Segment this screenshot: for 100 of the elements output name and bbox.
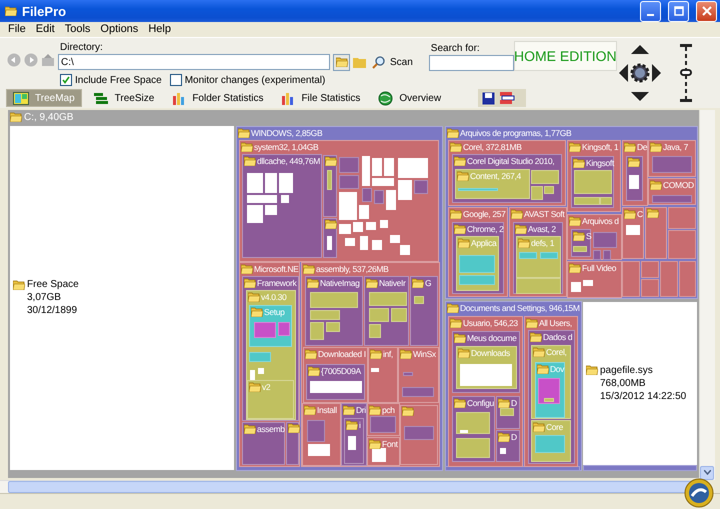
treemap-block[interactable] [359,204,369,219]
minimize-button[interactable] [640,0,661,22]
treemap-block[interactable] [391,308,407,322]
treemap-block[interactable] [538,378,560,404]
treemap-block[interactable] [247,172,263,193]
folder-tile[interactable]: Configu [452,396,495,462]
menu-item[interactable]: Tools [60,23,96,36]
file-tile[interactable]: pagefile.sys 768,00MB 15/3/2012 14:22:50 [583,302,697,465]
treemap-block[interactable] [279,172,293,193]
zoom-slider[interactable] [680,44,692,102]
folder-tile[interactable]: D [496,396,520,429]
folder-tile[interactable]: C [622,206,644,259]
folder-tile[interactable] [286,422,299,465]
treemap-block[interactable] [626,224,640,235]
close-button[interactable] [696,0,717,22]
directory-field[interactable]: C:\ [58,54,330,70]
treemap-block[interactable] [327,170,332,190]
treemap-block[interactable] [372,178,394,186]
treemap-block[interactable] [353,222,363,232]
folder-tile[interactable]: Kingsoft [571,156,614,208]
treemap-block[interactable] [348,436,356,450]
folder-tile[interactable]: Font [367,436,400,466]
folder-tile[interactable]: assembly, 537,26MB NativeImag NativeIr G Downloaded I {7005D09A inf, WinSx Install Dri i pch Font [301,262,440,467]
treemap-block[interactable] [629,174,639,189]
maximize-button[interactable] [668,0,689,22]
folder-tile[interactable] [445,126,698,299]
folder-tile[interactable]: Dados d Corel, Dov Core [528,330,575,464]
folder-tile[interactable]: Arquivos d S [567,214,622,260]
folder-tile[interactable]: assemb [242,422,285,465]
folder-tile[interactable] [626,156,643,201]
vertical-scrollbar[interactable] [699,110,715,480]
folder-tile[interactable]: Usuario, 546,23 Meus docume Downloads Configu D D [448,316,523,467]
up-folder-icon[interactable] [41,52,55,67]
folder-tile[interactable]: pch [367,402,400,436]
folder-tile[interactable] [400,404,438,465]
folder-tile[interactable]: NativeIr [364,276,409,346]
folder-tile[interactable]: Google, 257 Chrome, 2 Applica [448,206,508,297]
folder-tile[interactable]: {7005D09A [306,364,365,400]
treemap-block[interactable] [372,448,386,462]
export-icon[interactable] [499,91,516,106]
treemap-block[interactable] [544,186,554,194]
folder-tile[interactable]: NativeImag [305,276,363,346]
treemap-block[interactable] [372,240,382,250]
folder-tile[interactable]: i [344,418,364,464]
menu-item[interactable]: Options [95,23,144,36]
treemap-block[interactable] [574,170,612,194]
treemap-block[interactable] [531,186,543,200]
view-tab[interactable]: Overview [371,89,448,108]
forward-icon[interactable] [24,52,38,67]
folder-tile[interactable]: inf, [368,346,398,403]
treemap-block[interactable] [247,204,263,223]
back-icon[interactable] [7,52,21,67]
treemap-block[interactable] [571,282,581,292]
folder-tile[interactable]: D [496,430,520,462]
folder-tile[interactable] [645,206,667,259]
treemap-block[interactable] [500,448,506,454]
treemap-block[interactable] [574,196,600,205]
menu-item[interactable]: Help [143,23,176,36]
treemap-block[interactable] [414,296,424,304]
treemap-block[interactable] [308,444,330,456]
treemap-block[interactable] [573,246,587,252]
treemap-block[interactable] [398,180,412,200]
scan-button[interactable]: Scan [370,56,415,69]
folder-tile[interactable]: WINDOWS, 2,85GB system32, 1,04GB dllcache, 449,76M Microsoft.NE Framework v4.0.30 Setup v2 assemb assembly, 537,26MB NativeImag NativeIr G Downloaded I {7005D09A inf, WinSx Install Dri i pch Font [236,126,443,471]
folder-tile[interactable]: Corel Digital Studio 2010, Content, 267,4 [452,154,562,203]
treemap-block[interactable] [345,238,355,246]
folder-tile[interactable]: De [622,140,648,206]
treemap-block[interactable] [281,194,289,203]
treemap-block[interactable] [339,224,351,234]
checkbox[interactable] [60,74,72,86]
treemap-block[interactable] [326,322,340,332]
treemap-block[interactable] [247,194,277,203]
browse-button[interactable] [333,54,350,71]
view-tab[interactable]: TreeMap [6,89,82,108]
treemap-block[interactable] [265,172,277,193]
checkbox[interactable] [170,74,182,86]
treemap-block[interactable] [369,308,389,322]
treemap-block[interactable] [600,196,612,205]
treemap-block[interactable] [360,236,368,250]
folder-tile[interactable]: All Users, Dados d Corel, Dov Core [524,316,578,467]
treemap-block[interactable] [544,398,554,402]
treemap-block[interactable] [400,244,410,255]
folder-tile[interactable]: S [571,228,591,257]
folder-tile[interactable]: Documents and Settings, 946,15M Usuario, 546,23 Meus docume Downloads Configu D D All Users, Dados d Corel, Dov Core [445,300,582,471]
treemap-block[interactable] [583,280,593,286]
folder-tile[interactable]: Downloaded I {7005D09A [303,346,368,403]
menu-item[interactable]: Edit [30,23,60,36]
folder-tile[interactable]: COMOD [648,178,696,205]
slider-thumb[interactable] [680,69,692,76]
treemap-block[interactable] [371,368,379,372]
treemap-block[interactable] [327,236,332,250]
menu-item[interactable]: File [3,23,31,36]
horizontal-scrollbar[interactable] [0,480,708,493]
navigation-pad-icon[interactable] [618,44,662,102]
folder-tile[interactable]: Install [302,402,341,466]
folder-tile[interactable]: dllcache, 449,76M [242,154,322,258]
treemap-block[interactable] [310,292,358,308]
folder-tile[interactable]: AVAST Soft Avast, 2 defs, 1 [509,206,567,297]
treemap-block[interactable] [386,190,396,210]
folder-tile[interactable]: Dri i [341,402,367,466]
